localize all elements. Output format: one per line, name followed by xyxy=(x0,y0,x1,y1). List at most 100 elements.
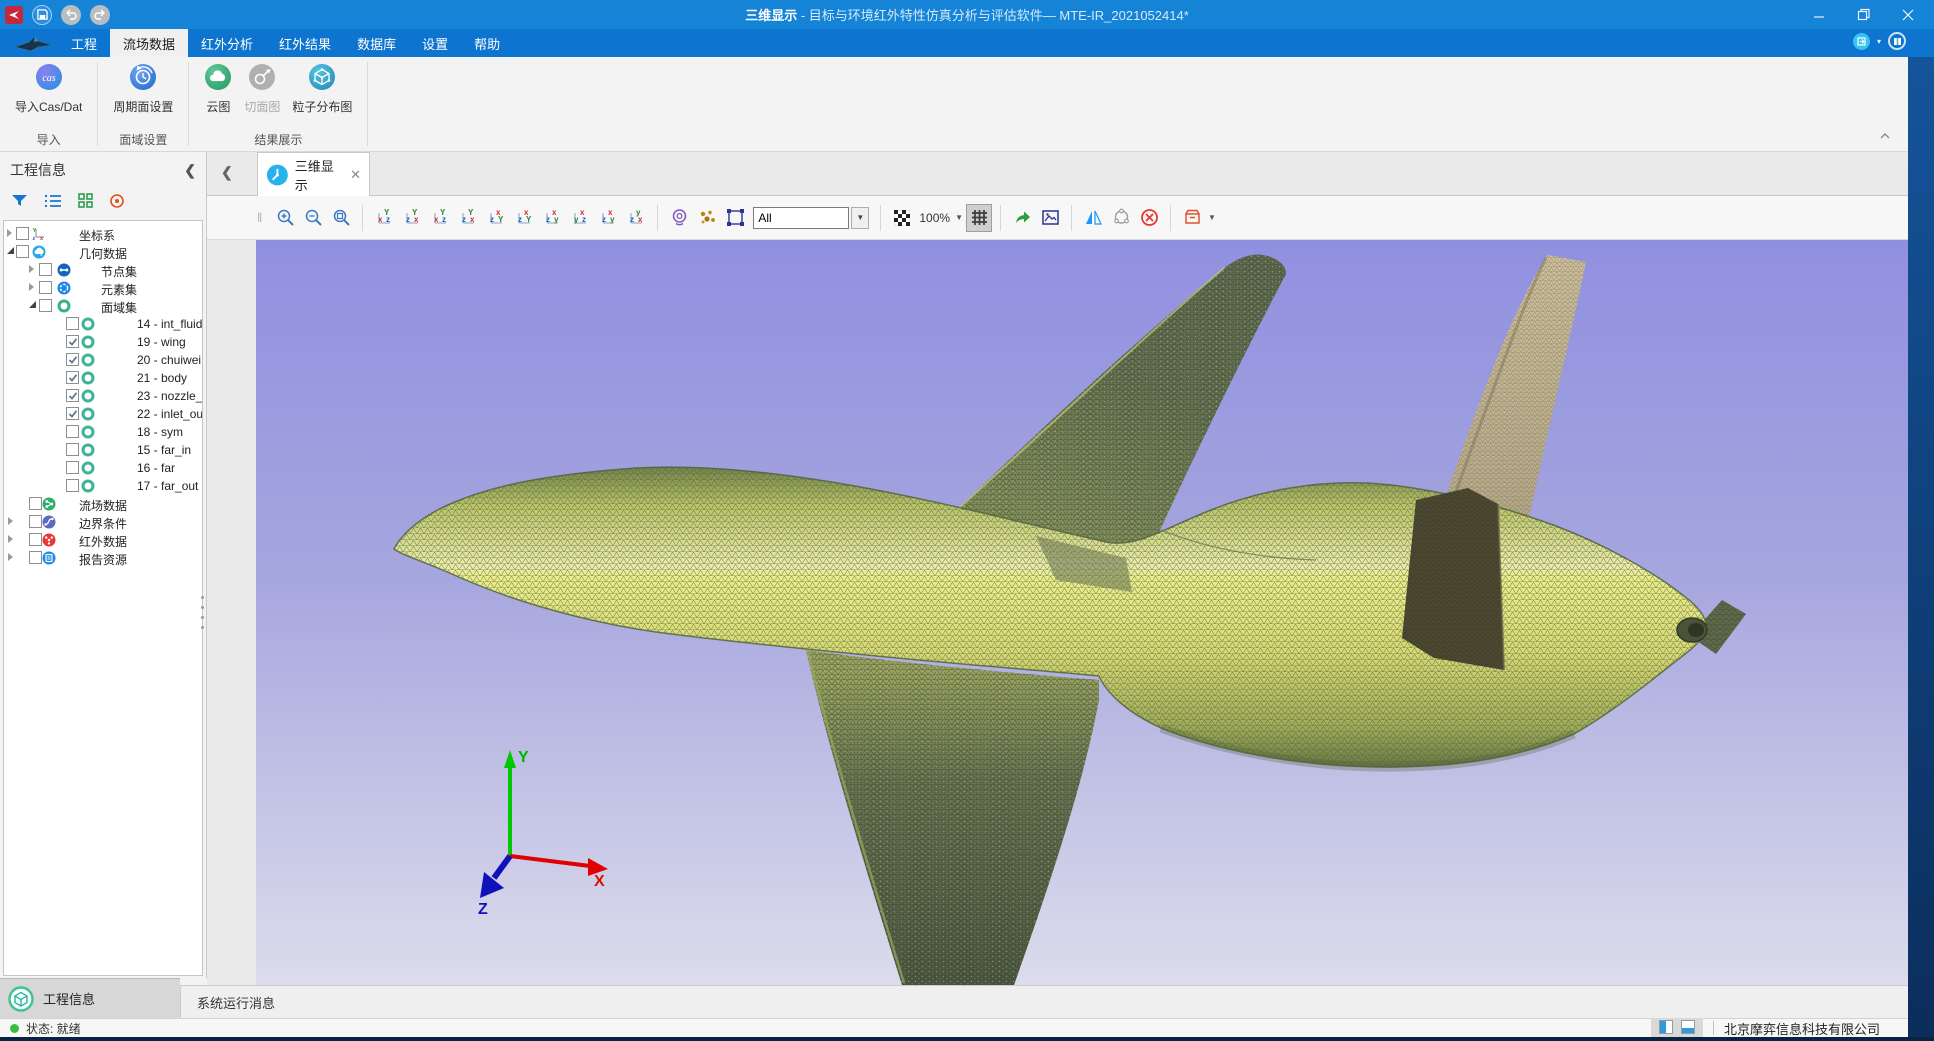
tree-row[interactable]: 22 - inlet_out xyxy=(4,405,202,423)
tab-scroll-left-icon[interactable]: ❮ xyxy=(221,164,233,181)
tree-item-label[interactable]: 20 - chuiwei xyxy=(137,353,201,367)
tree-item-label[interactable]: 红外数据 xyxy=(79,533,127,550)
cancel-operation-button[interactable] xyxy=(1136,204,1162,232)
ribbon-collapse-icon[interactable] xyxy=(1878,128,1892,146)
tree-item-label[interactable]: 15 - far_in xyxy=(137,443,191,457)
tree-item-label[interactable]: 几何数据 xyxy=(79,245,127,262)
menu-item-工程[interactable]: 工程 xyxy=(58,29,110,57)
tree-row[interactable]: 14 - int_fluid xyxy=(4,315,202,333)
tree-checkbox[interactable] xyxy=(39,299,52,312)
tab-close-icon[interactable]: ✕ xyxy=(350,167,361,183)
view-right-button[interactable]: zxY xyxy=(455,204,481,232)
tree-item-label[interactable]: 元素集 xyxy=(101,281,137,298)
view-iso-3-button[interactable]: zyx xyxy=(595,204,621,232)
menu-item-帮助[interactable]: 帮助 xyxy=(461,29,513,57)
tab-3d-view[interactable]: 三维显示 ✕ xyxy=(257,152,370,196)
tree-item-label[interactable]: 21 - body xyxy=(137,371,187,385)
tree-row[interactable]: 红外数据 xyxy=(4,531,202,549)
tree-checkbox[interactable] xyxy=(16,245,29,258)
tree-row[interactable]: 16 - far xyxy=(4,459,202,477)
camera-view-button[interactable] xyxy=(666,204,692,232)
menu-item-流场数据[interactable]: 流场数据 xyxy=(110,29,188,57)
redo-button[interactable] xyxy=(90,5,110,25)
tree-checkbox[interactable] xyxy=(39,263,52,276)
ribbon-button-导入Cas/Dat[interactable]: cas导入Cas/Dat xyxy=(10,61,87,117)
layout-left-panel-icon[interactable] xyxy=(1659,1020,1673,1037)
menu-item-红外结果[interactable]: 红外结果 xyxy=(266,29,344,57)
section-box-button[interactable] xyxy=(1179,204,1205,232)
tree-checkbox[interactable] xyxy=(66,461,79,474)
tree-item-label[interactable]: 23 - nozzle_in xyxy=(137,389,203,403)
tree-item-label[interactable]: 报告资源 xyxy=(79,551,127,568)
section-box-caret-icon[interactable]: ▼ xyxy=(1208,213,1216,222)
selection-filter-dropdown-icon[interactable]: ▼ xyxy=(851,207,869,229)
tree-checkbox[interactable] xyxy=(66,407,79,420)
particles-display-button[interactable] xyxy=(694,204,720,232)
tree-row[interactable]: 边界条件 xyxy=(4,513,202,531)
ribbon-button-粒子分布图[interactable]: 粒子分布图 xyxy=(287,61,357,117)
export-image-button[interactable] xyxy=(1037,204,1063,232)
tree-row[interactable]: Yzx坐标系 xyxy=(4,225,202,243)
tree-row[interactable]: 20 - chuiwei xyxy=(4,351,202,369)
tree-item-label[interactable]: 面域集 xyxy=(101,299,137,316)
undo-button[interactable] xyxy=(61,5,81,25)
3d-viewport[interactable]: Y X Z xyxy=(256,240,1908,985)
tree-filter-icon[interactable] xyxy=(11,193,28,213)
tree-row[interactable]: 21 - body xyxy=(4,369,202,387)
view-left-button[interactable]: xzY xyxy=(427,204,453,232)
tree-checkbox[interactable] xyxy=(66,389,79,402)
apply-forward-button[interactable] xyxy=(1009,204,1035,232)
tree-checkbox[interactable] xyxy=(29,551,42,564)
tree-expander-closed-icon[interactable] xyxy=(7,229,12,237)
tree-row[interactable]: 节点集 xyxy=(4,261,202,279)
tree-item-label[interactable]: 22 - inlet_out xyxy=(137,407,203,421)
tree-item-label[interactable]: 19 - wing xyxy=(137,335,186,349)
view-back-button[interactable]: zxY xyxy=(399,204,425,232)
view-top-button[interactable]: zYx xyxy=(483,204,509,232)
tree-checkbox[interactable] xyxy=(29,497,42,510)
tree-row[interactable]: 面域集 xyxy=(4,297,202,315)
tree-checkbox[interactable] xyxy=(66,353,79,366)
menu-item-数据库[interactable]: 数据库 xyxy=(344,29,409,57)
project-info-bottom-button[interactable]: 工程信息 xyxy=(0,978,180,1018)
mesh-grid-toggle[interactable] xyxy=(966,204,992,232)
tree-list-icon[interactable] xyxy=(44,194,62,213)
transparency-level-label[interactable]: 100% xyxy=(919,211,950,225)
tree-item-label[interactable]: 18 - sym xyxy=(137,425,183,439)
panel-collapse-icon[interactable]: ❮ xyxy=(184,162,196,179)
tree-checkbox[interactable] xyxy=(39,281,52,294)
tree-row[interactable]: 几何数据 xyxy=(4,243,202,261)
transparency-icon[interactable] xyxy=(889,204,915,232)
tree-row[interactable]: 17 - far_out xyxy=(4,477,202,495)
zoom-fit-button[interactable] xyxy=(328,204,354,232)
panel-splitter[interactable] xyxy=(201,596,204,629)
help-panel-button[interactable] xyxy=(1888,32,1906,50)
box-select-button[interactable] xyxy=(722,204,748,232)
tree-row[interactable]: 流场数据 xyxy=(4,495,202,513)
tree-expander-closed-icon[interactable] xyxy=(29,265,34,273)
maximize-button[interactable] xyxy=(1857,8,1870,21)
tree-row[interactable]: 15 - far_in xyxy=(4,441,202,459)
tree-expander-closed-icon[interactable] xyxy=(8,553,13,561)
tree-checkbox[interactable] xyxy=(66,425,79,438)
zoom-in-button[interactable] xyxy=(272,204,298,232)
ribbon-button-周期面设置[interactable]: 周期面设置 xyxy=(108,61,178,117)
tree-row[interactable]: 报告资源 xyxy=(4,549,202,567)
tree-row[interactable]: 元素集 xyxy=(4,279,202,297)
tree-expander-open-icon[interactable] xyxy=(29,301,36,308)
tree-checkbox[interactable] xyxy=(29,515,42,528)
toolbar-grip[interactable]: ‖ xyxy=(257,210,263,225)
tree-item-label[interactable]: 边界条件 xyxy=(79,515,127,532)
tree-item-label[interactable]: 流场数据 xyxy=(79,497,127,514)
menu-item-红外分析[interactable]: 红外分析 xyxy=(188,29,266,57)
tree-checkbox[interactable] xyxy=(29,533,42,546)
quick-panel-button[interactable] xyxy=(1853,33,1870,50)
ribbon-button-云图[interactable]: 云图 xyxy=(199,61,237,117)
smooth-surface-button[interactable] xyxy=(1108,204,1134,232)
tree-item-label[interactable]: 17 - far_out xyxy=(137,479,198,493)
tree-expander-closed-icon[interactable] xyxy=(8,535,13,543)
save-button[interactable] xyxy=(32,5,52,25)
tree-row[interactable]: 19 - wing xyxy=(4,333,202,351)
quick-panel-caret-icon[interactable]: ▾ xyxy=(1877,37,1881,46)
tree-checkbox[interactable] xyxy=(66,335,79,348)
